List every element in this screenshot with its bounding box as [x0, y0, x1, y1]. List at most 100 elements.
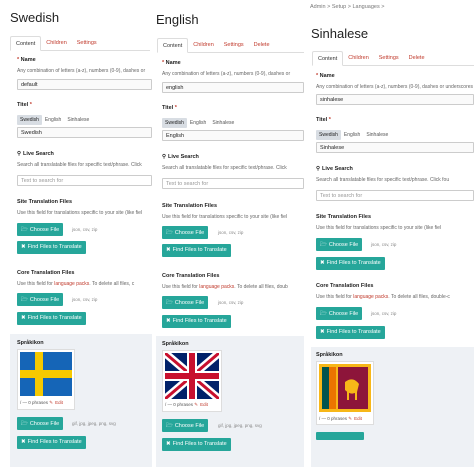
core-files-label: Core Translation Files — [17, 270, 75, 276]
search-icon: ⚲ — [316, 166, 321, 172]
flag-meta: / — 0 phrases ✎ Edit — [20, 400, 63, 405]
sprakikon-label: Språkikon — [17, 340, 44, 346]
wrench-icon: ✖ — [320, 260, 325, 266]
live-search-label: ⚲ Live Search — [316, 166, 353, 172]
tab-children[interactable]: Children — [343, 51, 373, 66]
flag-meta: / — 0 phrases ✎ Edit — [319, 416, 362, 421]
flag-image-sri-lanka[interactable] — [319, 364, 371, 412]
name-input[interactable]: english — [162, 82, 304, 93]
name-label: * Name — [162, 60, 181, 66]
titel-label: Titel * — [316, 117, 331, 123]
tab-bar: Content Children Settings — [10, 36, 150, 51]
edit-link[interactable]: ✎ Edit — [49, 400, 63, 405]
name-label: * Name — [17, 57, 36, 63]
choose-file-button[interactable]: 🗁 Choose File — [17, 417, 64, 430]
tab-bar: Content Children Settings Delete — [312, 51, 474, 66]
choose-file-button[interactable]: 🗁 Choose File — [316, 238, 363, 251]
titel-input[interactable]: Sinhalese — [316, 142, 474, 153]
core-files-help: Use this field for language packs. To de… — [162, 284, 288, 290]
name-label: * Name — [316, 73, 335, 79]
live-search-input[interactable]: Text to search for — [17, 175, 152, 186]
name-help: Any combination of letters (a-z), number… — [17, 68, 146, 74]
find-files-button[interactable]: ✖ Find Files to Translate — [162, 244, 231, 257]
titel-label: Titel * — [17, 102, 32, 108]
core-files-help: Use this field for language packs. To de… — [17, 281, 135, 287]
tab-content[interactable]: Content — [312, 51, 344, 66]
core-files-help: Use this field for language packs. To de… — [316, 294, 450, 300]
flag-image-uk[interactable] — [165, 353, 219, 399]
site-files-help: Use this field for translations specific… — [162, 214, 288, 220]
site-files-label: Site Translation Files — [316, 214, 372, 220]
choose-file-button[interactable]: 🗁 Choose File — [162, 419, 209, 432]
tab-children[interactable]: Children — [188, 38, 218, 53]
choose-file-button[interactable]: 🗁 Choose File — [17, 223, 64, 236]
lang-tab-english[interactable]: English — [341, 130, 363, 140]
lang-tab-english[interactable]: English — [42, 115, 64, 125]
edit-icon: ✎ — [348, 416, 353, 421]
tab-settings[interactable]: Settings — [72, 36, 102, 51]
tab-delete[interactable]: Delete — [249, 38, 275, 53]
titel-input[interactable]: Swedish — [17, 127, 152, 138]
tab-delete[interactable]: Delete — [404, 51, 430, 66]
image-types: gif, jpg, jpeg, png, svg — [218, 423, 262, 428]
find-files-button[interactable]: ✖ Find Files to Translate — [17, 436, 86, 449]
live-search-help: Search all translatable files for specif… — [162, 165, 287, 171]
find-files-button[interactable]: ✖ Find Files to Translate — [316, 326, 385, 339]
sprakikon-label: Språkikon — [316, 352, 343, 358]
sprakikon-label: Språkikon — [162, 341, 189, 347]
lang-tab-english[interactable]: English — [187, 118, 209, 128]
live-search-input[interactable]: Text to search for — [162, 178, 304, 189]
live-search-input[interactable]: Text to search for — [316, 190, 474, 201]
tab-settings[interactable]: Settings — [219, 38, 249, 53]
find-files-button[interactable]: ✖ Find Files to Translate — [162, 438, 231, 451]
wrench-icon: ✖ — [166, 247, 171, 253]
file-types: json, csv, zip — [72, 227, 98, 232]
flag-meta: / — 0 phrases ✎ Edit — [165, 402, 208, 407]
flag-card: / — 0 phrases ✎ Edit — [162, 350, 222, 412]
lang-tab-sinhalese[interactable]: Sinhalese — [64, 115, 92, 125]
tab-content[interactable]: Content — [10, 36, 42, 51]
site-files-label: Site Translation Files — [162, 203, 218, 209]
tab-children[interactable]: Children — [41, 36, 71, 51]
lang-tabs: Swedish English Sinhalese — [162, 118, 237, 128]
lang-tab-swedish[interactable]: Swedish — [162, 118, 187, 128]
file-types: json, csv, zip — [371, 242, 397, 247]
edit-link[interactable]: ✎ Edit — [194, 402, 208, 407]
lang-tab-sinhalese[interactable]: Sinhalese — [363, 130, 391, 140]
choose-file-button[interactable]: 🗁 Choose File — [162, 296, 209, 309]
edit-link[interactable]: ✎ Edit — [348, 416, 362, 421]
lang-tab-sinhalese[interactable]: Sinhalese — [209, 118, 237, 128]
wrench-icon: ✖ — [166, 441, 171, 447]
choose-file-button[interactable] — [316, 432, 364, 440]
find-files-button[interactable]: ✖ Find Files to Translate — [17, 241, 86, 254]
choose-file-button[interactable]: 🗁 Choose File — [316, 307, 363, 320]
find-files-button[interactable]: ✖ Find Files to Translate — [162, 315, 231, 328]
language-packs-link[interactable]: language packs — [54, 281, 89, 287]
lang-tab-swedish[interactable]: Swedish — [17, 115, 42, 125]
tab-content[interactable]: Content — [157, 38, 189, 53]
file-types: json, csv, zip — [218, 230, 244, 235]
flag-image-sweden[interactable] — [20, 352, 72, 396]
folder-icon: 🗁 — [21, 227, 28, 233]
choose-file-button[interactable]: 🗁 Choose File — [17, 293, 64, 306]
page-title: English — [156, 12, 199, 27]
lang-tabs: Swedish English Sinhalese — [17, 115, 92, 125]
find-files-button[interactable]: ✖ Find Files to Translate — [17, 312, 86, 325]
site-files-help: Use this field for translations specific… — [17, 210, 143, 216]
panel-english: English Content Children Settings Delete… — [154, 0, 304, 467]
find-files-button[interactable]: ✖ Find Files to Translate — [316, 257, 385, 270]
name-input[interactable]: default — [17, 79, 152, 90]
name-input[interactable]: sinhalese — [316, 94, 474, 105]
language-packs-link[interactable]: language packs — [199, 284, 234, 290]
breadcrumb[interactable]: Admin > Setup > Languages > — [310, 4, 384, 10]
lang-tab-swedish[interactable]: Swedish — [316, 130, 341, 140]
choose-file-button[interactable]: 🗁 Choose File — [162, 226, 209, 239]
language-packs-link[interactable]: language packs — [353, 294, 388, 300]
wrench-icon: ✖ — [21, 439, 26, 445]
tab-bar: Content Children Settings Delete — [157, 38, 304, 53]
flag-card: / — 0 phrases ✎ Edit — [17, 349, 75, 410]
edit-icon: ✎ — [49, 400, 54, 405]
titel-input[interactable]: English — [162, 130, 304, 141]
folder-icon: 🗁 — [166, 300, 173, 306]
tab-settings[interactable]: Settings — [374, 51, 404, 66]
